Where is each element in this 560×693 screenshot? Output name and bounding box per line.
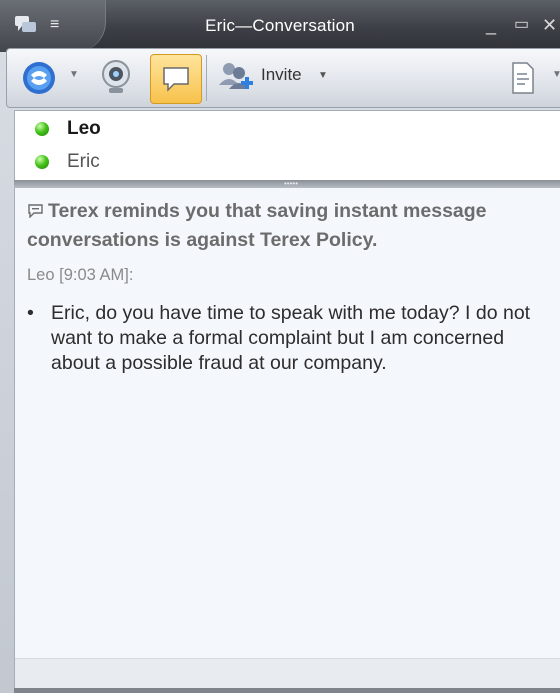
share-dropdown-icon[interactable]: ▼	[552, 69, 560, 80]
message-input-area[interactable]	[15, 658, 560, 689]
bottom-splitter[interactable]	[14, 688, 560, 693]
phone-dropdown-icon[interactable]: ▼	[69, 69, 79, 80]
message-item: • Eric, do you have time to speak with m…	[27, 301, 552, 376]
im-icon	[163, 67, 189, 92]
policy-notice: Terex reminds you that saving instant me…	[27, 197, 557, 255]
presence-available-icon	[35, 122, 49, 136]
window-title: Eric—Conversation	[205, 16, 355, 35]
minimize-button[interactable]: _	[486, 14, 496, 36]
bullet: •	[27, 302, 34, 324]
maximize-button[interactable]: ▭	[514, 14, 529, 36]
policy-notice-text: Terex reminds you that saving instant me…	[27, 200, 487, 251]
invite-dropdown-icon[interactable]: ▼	[318, 70, 328, 81]
webcam-icon[interactable]	[93, 55, 139, 101]
conversation-window: ≡ Eric—Conversation _ ▭ ✕ ▼ Invite ▼ ▼ L…	[0, 0, 560, 693]
message-sender-timestamp: Leo [9:03 AM]:	[27, 266, 134, 284]
participant-name: Leo	[67, 118, 101, 139]
participant-name: Eric	[67, 151, 100, 172]
phone-icon[interactable]	[17, 55, 61, 101]
invite-button[interactable]: Invite	[261, 65, 302, 85]
close-button[interactable]: ✕	[542, 14, 557, 36]
conversation-history: Terex reminds you that saving instant me…	[14, 188, 560, 689]
splitter-grip-icon: •••••	[284, 179, 299, 188]
invite-contacts-icon[interactable]	[215, 55, 257, 101]
im-button[interactable]	[150, 54, 202, 104]
toolbar-divider	[206, 55, 207, 101]
title-bar[interactable]: ≡ Eric—Conversation _ ▭ ✕	[0, 0, 560, 52]
share-document-icon[interactable]	[507, 55, 539, 101]
presence-available-icon	[35, 155, 49, 169]
message-text: Eric, do you have time to speak with me …	[51, 302, 531, 374]
participant-list: Leo Eric	[14, 110, 560, 182]
pane-splitter[interactable]: •••••	[14, 180, 560, 188]
toolbar: ▼ Invite ▼ ▼	[6, 48, 560, 108]
chat-bubble-icon	[28, 204, 43, 218]
